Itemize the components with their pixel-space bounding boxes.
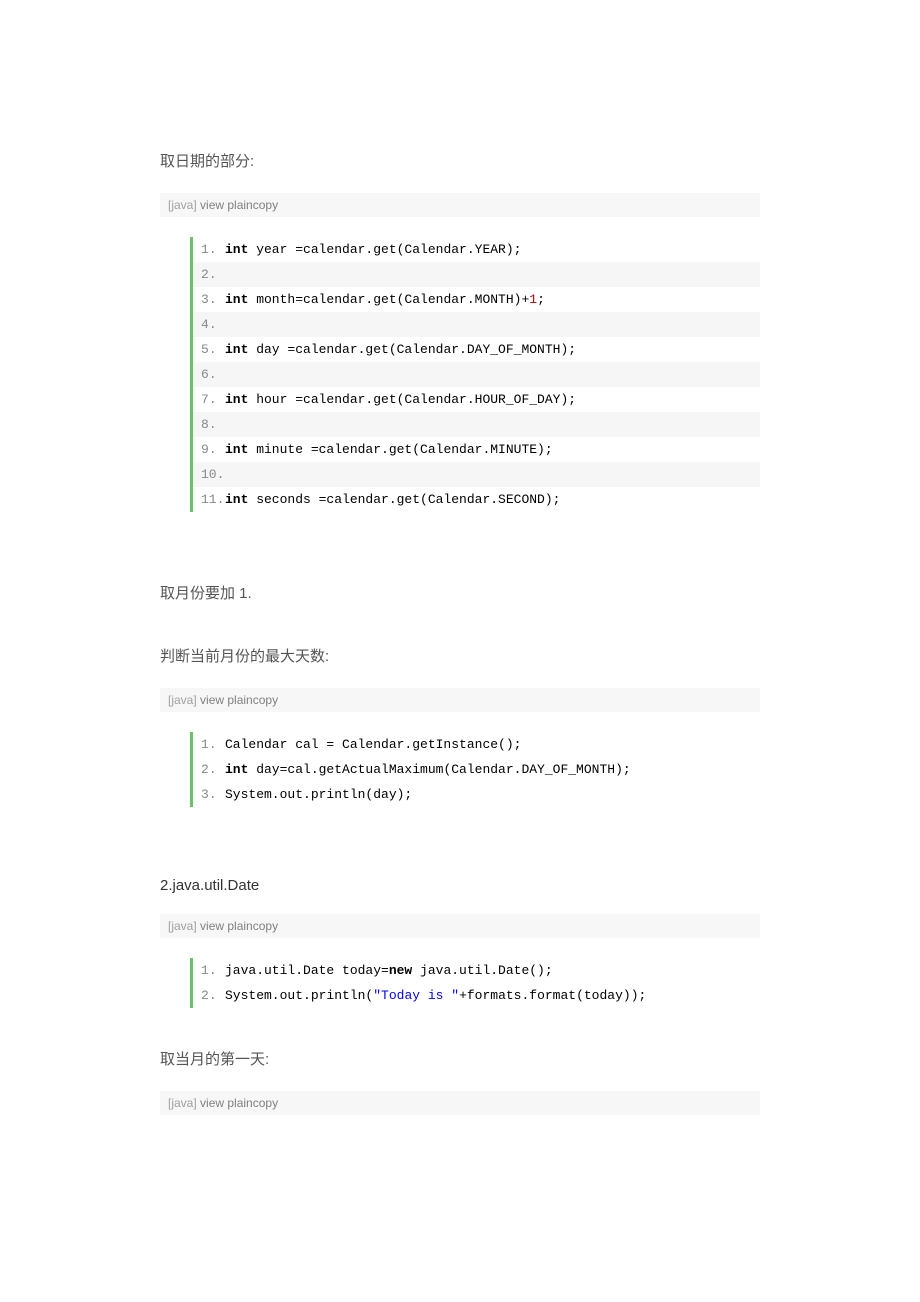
code-text: hour =calendar.get(Calendar.HOUR_OF_DAY)… [248,392,576,407]
code-line: System.out.println(day); [190,782,760,807]
keyword: int [225,762,248,777]
code-header: [java] view plaincopy [160,914,760,938]
keyword: int [225,392,248,407]
keyword: int [225,242,248,257]
code-text: System.out.println( [225,988,373,1003]
copy-link[interactable]: copy [253,198,278,212]
code-line: Calendar cal = Calendar.getInstance(); [190,732,760,757]
code-text: ; [537,292,545,307]
code-line: int day=cal.getActualMaximum(Calendar.DA… [190,757,760,782]
code-text: year =calendar.get(Calendar.YEAR); [248,242,521,257]
code-line: java.util.Date today=new java.util.Date(… [190,958,760,983]
document-page: 取日期的部分: [java] view plaincopy int year =… [0,0,920,1255]
code-text: +formats.format(today)); [459,988,646,1003]
code-line: int day =calendar.get(Calendar.DAY_OF_MO… [190,337,760,362]
keyword: int [225,292,248,307]
code-line [190,262,760,287]
code-text: seconds =calendar.get(Calendar.SECOND); [248,492,560,507]
copy-link[interactable]: copy [253,919,278,933]
code-line: int year =calendar.get(Calendar.YEAR); [190,237,760,262]
view-plain-link[interactable]: view plain [200,1096,253,1110]
code-text: month=calendar.get(Calendar.MONTH)+ [248,292,529,307]
code-line: int seconds =calendar.get(Calendar.SECON… [190,487,760,512]
code-line: int minute =calendar.get(Calendar.MINUTE… [190,437,760,462]
code-line [190,312,760,337]
code-line: System.out.println("Today is "+formats.f… [190,983,760,1008]
code-line [190,362,760,387]
code-header: [java] view plaincopy [160,688,760,712]
code-lang-label: [java] [168,198,197,212]
view-plain-link[interactable]: view plain [200,198,253,212]
copy-link[interactable]: copy [253,693,278,707]
code-line [190,462,760,487]
section-heading: 取月份要加 1. [160,582,760,603]
string-literal: "Today is " [373,988,459,1003]
code-text: day=cal.getActualMaximum(Calendar.DAY_OF… [248,762,630,777]
code-header: [java] view plaincopy [160,193,760,217]
code-text: Calendar cal = Calendar.getInstance(); [225,737,521,752]
section-heading: 判断当前月份的最大天数: [160,645,760,666]
code-lang-label: [java] [168,1096,197,1110]
code-line: int month=calendar.get(Calendar.MONTH)+1… [190,287,760,312]
section-heading: 取日期的部分: [160,150,760,171]
number-literal: 1 [529,292,537,307]
section-heading: 取当月的第一天: [160,1048,760,1069]
code-block-1: int year =calendar.get(Calendar.YEAR); i… [190,237,760,512]
code-text: java.util.Date today= [225,963,389,978]
code-line: int hour =calendar.get(Calendar.HOUR_OF_… [190,387,760,412]
code-text: java.util.Date(); [412,963,552,978]
code-lang-label: [java] [168,693,197,707]
code-line [190,412,760,437]
code-block-3: java.util.Date today=new java.util.Date(… [190,958,760,1008]
keyword: int [225,442,248,457]
code-text: day =calendar.get(Calendar.DAY_OF_MONTH)… [248,342,576,357]
view-plain-link[interactable]: view plain [200,693,253,707]
code-header: [java] view plaincopy [160,1091,760,1115]
keyword: int [225,492,248,507]
code-block-2: Calendar cal = Calendar.getInstance(); i… [190,732,760,807]
copy-link[interactable]: copy [253,1096,278,1110]
keyword: int [225,342,248,357]
section-heading: 2.java.util.Date [160,877,760,894]
code-text: minute =calendar.get(Calendar.MINUTE); [248,442,552,457]
code-text: System.out.println(day); [225,787,412,802]
code-lang-label: [java] [168,919,197,933]
keyword: new [389,963,412,978]
view-plain-link[interactable]: view plain [200,919,253,933]
